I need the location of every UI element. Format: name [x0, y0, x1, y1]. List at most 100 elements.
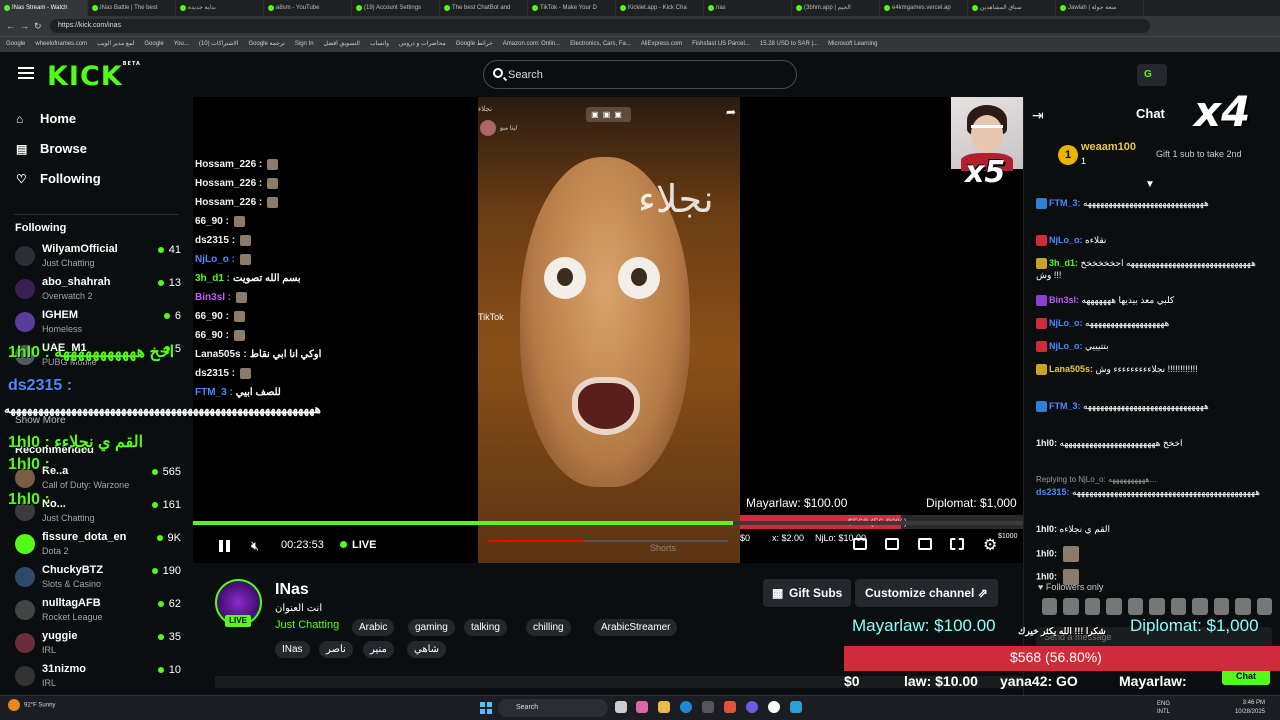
chat-username[interactable]: FTM_3:	[1049, 401, 1081, 411]
chat-username[interactable]: ds2315:	[1036, 487, 1070, 497]
stream-progress-bar[interactable]	[193, 521, 1023, 525]
telegram-icon[interactable]	[790, 701, 802, 713]
tag-chip[interactable]: منير	[363, 641, 394, 658]
windows-start-icon[interactable]	[480, 702, 492, 714]
bookmark-item[interactable]: 15.28 USD to SAR |...	[760, 37, 818, 52]
tag-chip[interactable]: gaming	[408, 619, 455, 636]
channel-item[interactable]: nulltagAFB Rocket League 62	[15, 597, 185, 627]
bookmark-item[interactable]: Google ترجمة	[248, 37, 284, 52]
sidebar-nav-browse[interactable]: ▤ Browse	[16, 141, 87, 161]
tag-chip[interactable]: talking	[464, 619, 507, 636]
bookmark-item[interactable]: محاضرات و دروس	[399, 37, 446, 52]
reload-icon[interactable]: ↻	[34, 21, 42, 32]
channel-item[interactable]: ChuckyBTZ Slots & Casino 190	[15, 564, 185, 594]
browser-tab[interactable]: e4kmgames.vercel.ap	[880, 0, 968, 16]
bookmark-item[interactable]: Sign In	[295, 37, 314, 52]
sidebar-nav-home[interactable]: ⌂ Home	[16, 111, 76, 131]
sidebar-nav-following[interactable]: ♡ Following	[16, 171, 101, 191]
channel-item[interactable]: IGHEM Homeless 6	[15, 309, 185, 339]
pinned-user[interactable]: weaam100	[1081, 141, 1136, 153]
emote-row[interactable]	[1042, 598, 1272, 618]
tag-chip[interactable]: Arabic	[352, 619, 395, 636]
tag-chip[interactable]: ناصر	[319, 641, 353, 658]
chat-username[interactable]: NjLo_o:	[1049, 341, 1083, 351]
chat-username[interactable]: 1hl0:	[1036, 571, 1057, 581]
explorer-icon[interactable]	[658, 701, 670, 713]
browser-tab[interactable]: INas Battle | The best	[88, 0, 176, 16]
browser-tab[interactable]: (3bhm.app | الجيم	[792, 0, 880, 16]
chat-username[interactable]: NjLo_o:	[1049, 235, 1083, 245]
edge-icon[interactable]	[680, 701, 692, 713]
chat-username[interactable]: 1hl0:	[1036, 438, 1057, 448]
bookmark-item[interactable]: لمع مدير الويب	[97, 37, 134, 52]
browser-tab[interactable]: TikTok - Make Your D	[528, 0, 616, 16]
bookmark-item[interactable]: AliExpress.com	[641, 37, 682, 52]
bookmark-item[interactable]: You...	[174, 37, 189, 52]
channel-item[interactable]: WilyamOfficial Just Chatting 41	[15, 243, 185, 273]
bookmark-item[interactable]: Google	[6, 37, 25, 52]
bookmark-item[interactable]: Fishsfast US Parcel...	[692, 37, 750, 52]
kick-logo[interactable]: KICKBETA	[47, 61, 141, 92]
bookmark-item[interactable]: Microsoft Learning	[828, 37, 877, 52]
stream-category[interactable]: Just Chatting	[275, 619, 339, 631]
browser-tab[interactable]: (19) Account Settings	[352, 0, 440, 16]
channel-name[interactable]: INas	[275, 581, 309, 599]
theater-icon[interactable]	[853, 538, 867, 550]
share-icon[interactable]: ➦	[726, 105, 736, 119]
bookmark-item[interactable]: Google	[144, 37, 163, 52]
go-live-button[interactable]: G	[1137, 64, 1167, 86]
copilot-icon[interactable]	[636, 701, 648, 713]
menu-icon[interactable]	[18, 67, 34, 80]
bookmark-item[interactable]: wheelofnames.com	[35, 37, 87, 52]
forward-icon[interactable]: →	[20, 21, 29, 31]
search-input[interactable]: Search	[483, 60, 797, 89]
settings-gear-icon[interactable]: ⚙	[983, 535, 997, 555]
chat-username[interactable]: FTM_3:	[1049, 198, 1081, 208]
mute-icon[interactable]: 🔇︎	[251, 538, 259, 554]
chat-username[interactable]: 3h_d1:	[1049, 258, 1078, 268]
browser-tab[interactable]: a8sm - YouTube	[264, 0, 352, 16]
bookmark-item[interactable]: واتساب	[370, 37, 389, 52]
bookmark-item[interactable]: (10) الاشتراكات	[199, 37, 239, 52]
browser-tab[interactable]: The best ChatBot and	[440, 0, 528, 16]
bookmark-item[interactable]: Electronics, Cars, Fa...	[570, 37, 631, 52]
customize-channel-button[interactable]: Customize channel ⇗	[855, 579, 998, 607]
video-player[interactable]: نجلاء ليتا ميو نجلاء TikTok Shorts ▣▣▣ ➦…	[193, 97, 1023, 563]
browser-tab[interactable]: سباق المشاهدين	[968, 0, 1056, 16]
chrome-icon[interactable]	[768, 701, 780, 713]
browser-tab[interactable]: Jawlah | متعة جولة	[1056, 0, 1144, 16]
brave-icon[interactable]	[724, 701, 736, 713]
clip-icon[interactable]	[885, 538, 899, 550]
collapse-chat-icon[interactable]: ⇥	[1032, 107, 1044, 124]
chat-username[interactable]: 1hl0:	[1036, 524, 1057, 534]
bookmark-item[interactable]: Amazon.com: Onlin...	[503, 37, 560, 52]
url-field[interactable]: https://kick.com/inas	[50, 19, 1150, 33]
chevron-down-icon[interactable]: ▼	[1145, 179, 1155, 190]
channel-item[interactable]: 31nizmo IRL 10	[15, 663, 185, 693]
browser-tab[interactable]: nas	[704, 0, 792, 16]
channel-item[interactable]: yuggie IRL 35	[15, 630, 185, 660]
taskbar-search[interactable]: Search	[498, 699, 608, 717]
weather-widget[interactable]: 92°F Sunny	[8, 699, 55, 711]
chat-username[interactable]: Bin3sl:	[1049, 295, 1079, 305]
discord-icon[interactable]	[746, 701, 758, 713]
taskview-icon[interactable]	[615, 701, 627, 713]
pip-icon[interactable]	[918, 538, 932, 550]
gift-subs-button[interactable]: Gift Subs	[763, 579, 851, 607]
back-icon[interactable]: ←	[6, 21, 15, 31]
system-clock[interactable]: 3:46 PM 10/28/2025	[1165, 699, 1265, 717]
bookmark-item[interactable]: Google خرائط	[456, 37, 493, 52]
fullscreen-icon[interactable]	[950, 538, 964, 550]
chat-username[interactable]: 1hl0:	[1036, 548, 1057, 558]
bookmark-item[interactable]: التسويق افضل	[324, 37, 360, 52]
browser-tab[interactable]: بداية جديدة	[176, 0, 264, 16]
chat-username[interactable]: NjLo_o:	[1049, 318, 1083, 328]
pause-button[interactable]	[219, 540, 231, 552]
show-more-link[interactable]: Show More	[15, 415, 66, 426]
channel-item[interactable]: abo_shahrah Overwatch 2 13	[15, 276, 185, 306]
tag-chip[interactable]: INas	[275, 641, 310, 658]
channel-item[interactable]: fissure_dota_en Dota 2 9K	[15, 531, 185, 561]
chat-username[interactable]: Lana505s:	[1049, 364, 1093, 374]
tag-chip[interactable]: chilling	[526, 619, 571, 636]
view-mode-icons[interactable]: ▣▣▣	[586, 107, 631, 122]
